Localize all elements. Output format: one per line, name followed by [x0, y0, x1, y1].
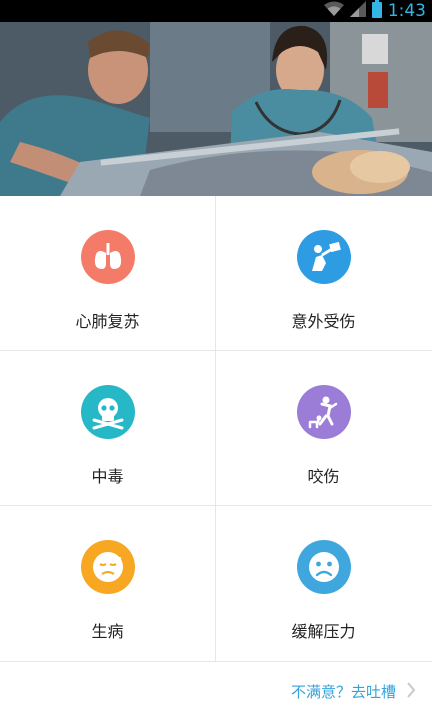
category-label: 缓解压力: [291, 622, 356, 641]
dog-bite-icon: [296, 385, 351, 439]
category-stress-relief[interactable]: 缓解压力: [216, 506, 431, 660]
chevron-right-icon: [406, 681, 416, 702]
status-bar: 1:43: [0, 0, 432, 22]
grid-divider-horizontal: [0, 505, 432, 506]
category-poisoning[interactable]: 中毒: [0, 351, 215, 505]
grid-divider-horizontal: [0, 350, 432, 351]
category-grid: 心肺复苏 意外受伤 中毒 咬伤 生病 缓解压力: [0, 196, 432, 661]
category-cpr[interactable]: 心肺复苏: [0, 196, 215, 350]
sad-face-icon: [296, 540, 351, 594]
category-label: 生病: [91, 622, 124, 641]
feedback-link-label: 不满意？去吐槽: [290, 683, 396, 701]
category-sickness[interactable]: 生病: [0, 506, 215, 660]
hero-image: [0, 22, 432, 196]
accident-icon: [296, 230, 351, 284]
battery-icon: [371, 0, 382, 22]
category-bite[interactable]: 咬伤: [216, 351, 431, 505]
category-label: 中毒: [91, 467, 124, 486]
sick-face-icon: [80, 540, 135, 594]
footer-bar: 不满意？去吐槽: [0, 661, 432, 721]
feedback-link[interactable]: 不满意？去吐槽: [291, 681, 416, 702]
category-accident[interactable]: 意外受伤: [216, 196, 431, 350]
lungs-icon: [80, 230, 135, 284]
wifi-icon: [323, 1, 344, 21]
category-label: 心肺复苏: [75, 312, 140, 331]
hero-illustration: [0, 22, 432, 196]
status-time: 1:43: [387, 1, 426, 21]
category-label: 意外受伤: [291, 312, 356, 331]
signal-icon: [349, 1, 366, 21]
category-label: 咬伤: [307, 467, 340, 486]
skull-icon: [80, 385, 135, 439]
grid-divider-vertical: [215, 196, 216, 661]
